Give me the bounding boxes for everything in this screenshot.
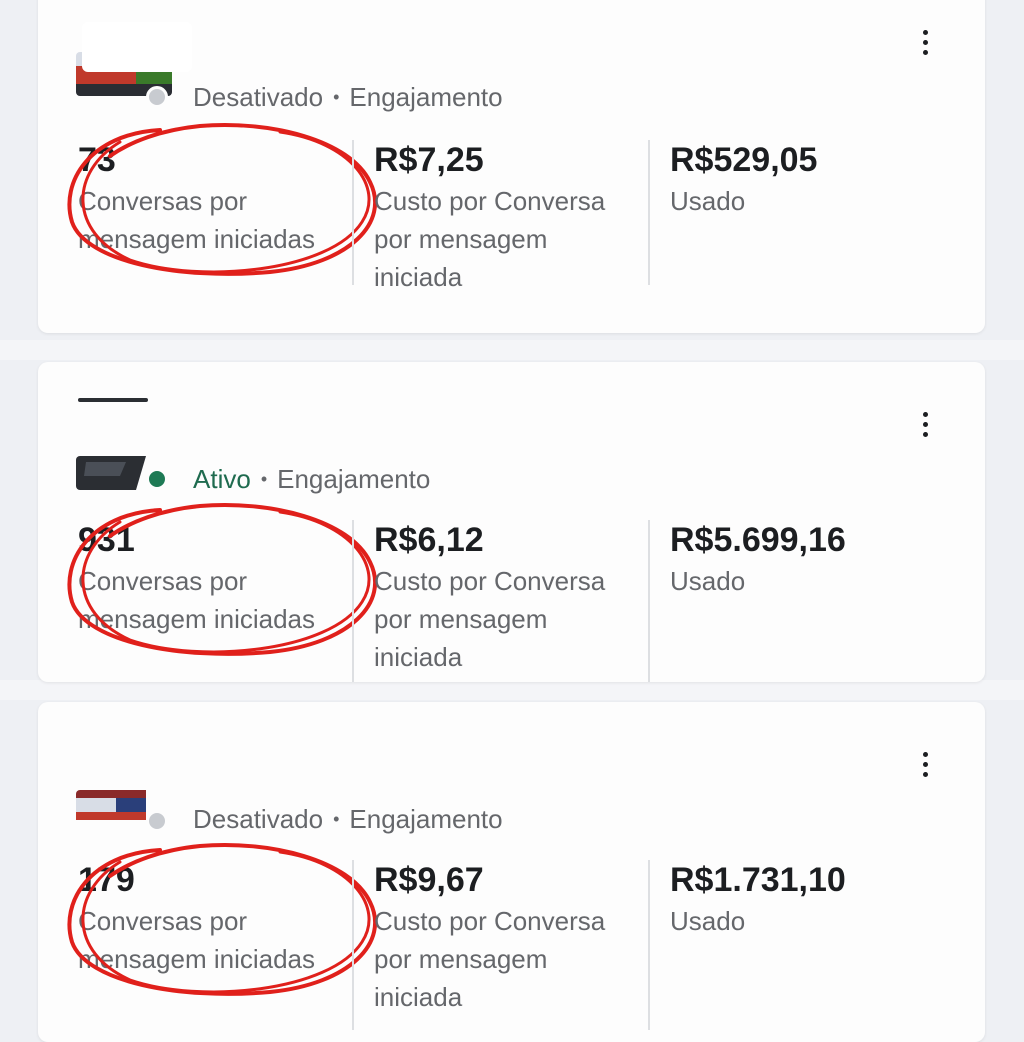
metric-label: Custo por Conversa por mensagem iniciada: [374, 566, 606, 672]
metric-cost-per-conversation: R$6,12 Custo por Conversa por mensagem i…: [374, 520, 605, 676]
menu-dot: [922, 771, 928, 777]
more-options-button[interactable]: [913, 22, 937, 62]
redacted-area: [82, 22, 192, 72]
menu-dot: [922, 29, 928, 35]
divider: [352, 860, 354, 1030]
metric-conversations: 931 Conversas por mensagem iniciadas: [67, 502, 377, 656]
menu-dot: [922, 431, 928, 437]
metric-label: Conversas por mensagem iniciadas: [78, 906, 316, 974]
metric-value: R$9,67: [374, 861, 484, 899]
menu-dot: [922, 411, 928, 417]
metric-value: R$1.731,10: [670, 861, 846, 899]
metric-cost-per-conversation: R$7,25 Custo por Conversa por mensagem i…: [374, 140, 605, 296]
metric-label: Conversas por mensagem iniciadas: [78, 566, 316, 634]
menu-dot: [922, 421, 928, 427]
status-line: Ativo • Engajamento: [193, 464, 430, 495]
metric-label: Usado: [670, 566, 746, 596]
metric-label: Usado: [670, 186, 746, 216]
divider: [648, 520, 650, 682]
status-indicator-icon: [146, 810, 168, 832]
menu-dot: [922, 761, 928, 767]
status-text: Ativo: [193, 464, 251, 494]
metric-label: Usado: [670, 906, 746, 936]
status-text: Desativado: [193, 82, 324, 112]
separator: •: [260, 469, 268, 489]
objective-text: Engajamento: [277, 464, 431, 494]
more-options-button[interactable]: [913, 744, 937, 784]
campaign-card[interactable]: Ativo • Engajamento 931 Conversas por mens…: [38, 362, 985, 682]
metric-value: R$7,25: [374, 141, 484, 179]
status-indicator-icon: [146, 86, 168, 108]
metric-label: Custo por Conversa por mensagem iniciada: [374, 186, 606, 292]
objective-text: Engajamento: [349, 804, 503, 834]
metric-amount-spent: R$1.731,10 Usado: [670, 860, 846, 940]
metric-value: 73: [78, 141, 116, 179]
status-text: Desativado: [193, 804, 324, 834]
divider: [352, 520, 354, 682]
separator: •: [333, 87, 340, 107]
metric-value: 179: [78, 861, 135, 899]
objective-text: Engajamento: [349, 82, 503, 112]
status-line: Desativado • Engajamento: [193, 804, 503, 835]
campaign-card[interactable]: Desativado • Engajamento 73 Conversas por …: [38, 0, 985, 333]
metric-conversations: 179 Conversas por mensagem iniciadas: [67, 842, 377, 996]
metric-conversations: 73 Conversas por mensagem iniciadas: [67, 122, 377, 276]
metric-value: R$529,05: [670, 141, 818, 179]
more-options-button[interactable]: [913, 404, 937, 444]
metric-cost-per-conversation: R$9,67 Custo por Conversa por mensagem i…: [374, 860, 605, 1016]
metric-value: R$5.699,16: [670, 521, 846, 559]
divider: [352, 140, 354, 285]
status-line: Desativado • Engajamento: [193, 82, 503, 113]
menu-dot: [922, 751, 928, 757]
divider: [648, 860, 650, 1030]
menu-dot: [922, 49, 928, 55]
divider: [648, 140, 650, 285]
campaign-card[interactable]: Desativado • Engajamento 179 Conversas por…: [38, 702, 985, 1042]
status-indicator-icon: [146, 468, 168, 490]
metric-label: Conversas por mensagem iniciadas: [78, 186, 316, 254]
metric-label: Custo por Conversa por mensagem iniciada: [374, 906, 606, 1012]
metric-amount-spent: R$529,05 Usado: [670, 140, 817, 220]
separator: •: [333, 809, 340, 829]
metric-value: R$6,12: [374, 521, 484, 559]
metric-amount-spent: R$5.699,16 Usado: [670, 520, 846, 600]
metric-value: 931: [78, 521, 135, 559]
menu-dot: [922, 39, 928, 45]
thumbnail-edge: [78, 398, 148, 402]
